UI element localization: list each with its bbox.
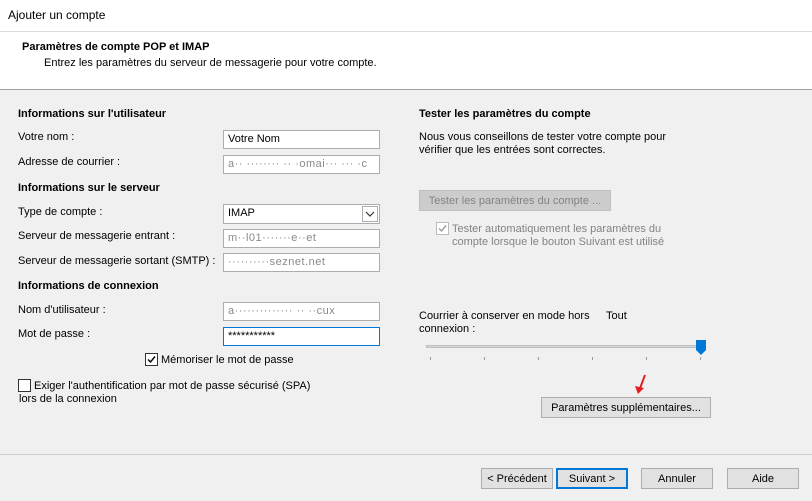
checkmark-icon: [438, 225, 447, 233]
slider-tick: [430, 357, 431, 360]
red-arrow-icon: [635, 374, 646, 394]
incoming-server-label: Serveur de messagerie entrant :: [18, 230, 176, 242]
dialog-header: Paramètres de compte POP et IMAP Entrez …: [0, 32, 812, 90]
back-button[interactable]: < Précédent: [481, 468, 553, 489]
remember-password-checkbox[interactable]: [145, 353, 158, 366]
slider-thumb-icon[interactable]: [696, 340, 706, 355]
password-input[interactable]: ***********: [223, 327, 380, 346]
slider-tick: [700, 357, 701, 360]
offline-slider-track[interactable]: [426, 345, 706, 348]
incoming-server-input[interactable]: m··l01·······e··et: [223, 229, 380, 248]
test-description-line2: vérifier que les entrées sont correctes.: [419, 144, 606, 156]
name-label: Votre nom :: [18, 131, 75, 143]
footer-divider: [0, 454, 812, 455]
auto-test-label-line2: compte lorsque le bouton Suivant est uti…: [452, 236, 665, 248]
spa-label-line2[interactable]: lors de la connexion: [19, 393, 117, 405]
slider-tick: [538, 357, 539, 360]
test-settings-button[interactable]: Tester les paramètres du compte ...: [419, 190, 611, 211]
auto-test-label-line1: Tester automatiquement les paramètres du: [452, 223, 662, 235]
slider-tick: [646, 357, 647, 360]
username-label: Nom d'utilisateur :: [18, 304, 106, 316]
test-heading: Tester les paramètres du compte: [419, 108, 591, 120]
auto-test-checkbox[interactable]: [436, 222, 449, 235]
page-title: Paramètres de compte POP et IMAP: [22, 41, 210, 53]
outgoing-server-input[interactable]: ··········seznet.net: [223, 253, 380, 272]
slider-tick: [484, 357, 485, 360]
cancel-button[interactable]: Annuler: [641, 468, 713, 489]
test-description-line1: Nous vous conseillons de tester votre co…: [419, 131, 667, 143]
more-settings-button[interactable]: Paramètres supplémentaires...: [541, 397, 711, 418]
spa-label-line1[interactable]: Exiger l'authentification par mot de pas…: [34, 380, 310, 392]
name-input[interactable]: Votre Nom: [223, 130, 380, 149]
page-subtitle: Entrez les paramètres du serveur de mess…: [44, 57, 377, 69]
login-info-heading: Informations de connexion: [18, 280, 159, 292]
offline-label-line1: Courrier à conserver en mode hors: [419, 310, 590, 322]
account-type-label: Type de compte :: [18, 206, 103, 218]
outgoing-server-label: Serveur de messagerie sortant (SMTP) :: [18, 255, 216, 267]
slider-tick: [592, 357, 593, 360]
email-label: Adresse de courrier :: [18, 156, 121, 168]
account-type-select[interactable]: IMAP: [223, 204, 380, 224]
user-info-heading: Informations sur l'utilisateur: [18, 108, 167, 120]
chevron-down-icon[interactable]: [362, 206, 378, 222]
username-input[interactable]: a·············· ·· ··cux: [223, 302, 380, 321]
help-button[interactable]: Aide: [727, 468, 799, 489]
account-type-value: IMAP: [228, 207, 255, 219]
remember-password-label[interactable]: Mémoriser le mot de passe: [161, 354, 294, 366]
password-label: Mot de passe :: [18, 328, 91, 340]
window-title: Ajouter un compte: [8, 8, 106, 22]
title-bar: Ajouter un compte: [0, 0, 812, 32]
offline-label-line2: connexion :: [419, 323, 476, 335]
server-info-heading: Informations sur le serveur: [18, 182, 160, 194]
email-input[interactable]: a·· ········ ·· ·omai··· ··· ·c: [223, 155, 380, 174]
offline-value: Tout: [606, 310, 627, 322]
spa-checkbox[interactable]: [18, 379, 31, 392]
next-button[interactable]: Suivant >: [556, 468, 628, 489]
checkmark-icon: [147, 356, 156, 364]
